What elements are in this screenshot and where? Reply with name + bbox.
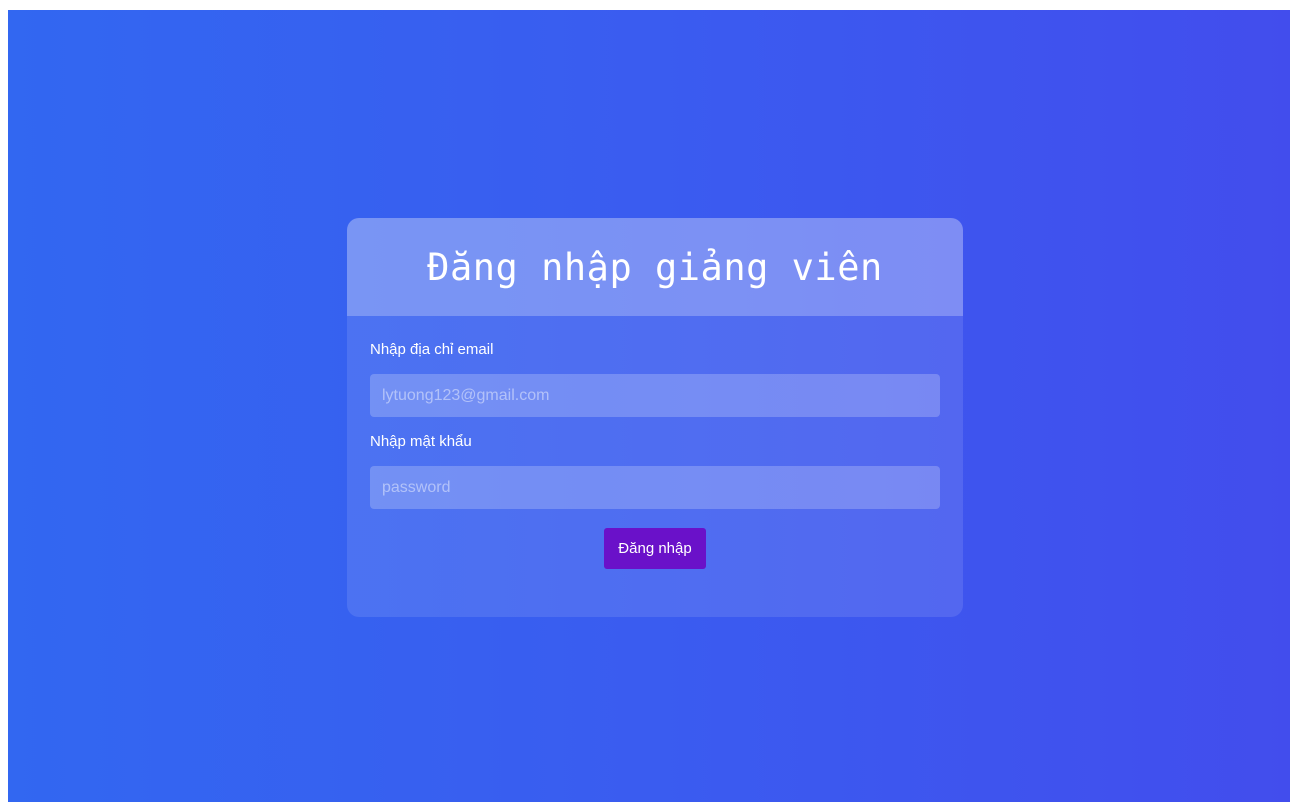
login-form: Nhập địa chỉ email Nhập mật khẩu Đăng nh… bbox=[347, 316, 963, 569]
email-label: Nhập địa chỉ email bbox=[370, 341, 494, 358]
login-title: Đăng nhập giảng viên bbox=[427, 245, 883, 289]
button-row: Đăng nhập bbox=[370, 528, 940, 569]
page-background: Đăng nhập giảng viên Nhập địa chỉ email … bbox=[8, 10, 1290, 802]
password-label: Nhập mật khẩu bbox=[370, 433, 472, 450]
login-card-header: Đăng nhập giảng viên bbox=[347, 218, 963, 316]
login-button[interactable]: Đăng nhập bbox=[604, 528, 706, 569]
login-card: Đăng nhập giảng viên Nhập địa chỉ email … bbox=[347, 218, 963, 617]
password-input[interactable] bbox=[370, 466, 940, 509]
email-input[interactable] bbox=[370, 374, 940, 417]
